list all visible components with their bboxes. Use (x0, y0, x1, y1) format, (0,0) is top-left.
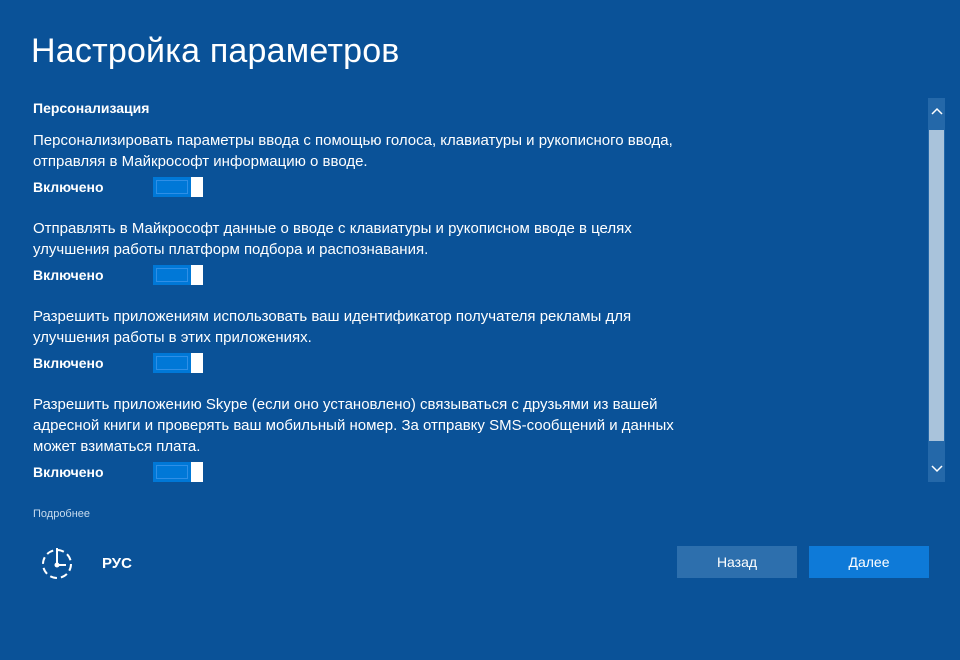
typing-data-toggle[interactable] (153, 265, 203, 285)
setting-description: Разрешить приложениям использовать ваш и… (33, 308, 632, 346)
toggle-state-label: Включено (33, 267, 104, 283)
toggle-state-label: Включено (33, 179, 104, 195)
setting-description: Отправлять в Майкрософт данные о вводе с… (33, 220, 632, 258)
setting-description: Персонализировать параметры ввода с помо… (33, 132, 673, 170)
setting-description: Разрешить приложению Skype (если оно уст… (33, 396, 674, 455)
more-info-link[interactable]: Подробнее (33, 508, 90, 520)
toggle-state-label: Включено (33, 355, 104, 371)
toggle-row: Включено (33, 176, 693, 198)
toggle-state-label: Включено (33, 464, 104, 480)
setting-input-personalization: Персонализировать параметры ввода с помо… (33, 130, 693, 198)
input-personalization-toggle[interactable] (153, 177, 203, 197)
toggle-row: Включено (33, 352, 693, 374)
toggle-knob (191, 462, 203, 482)
toggle-knob (191, 177, 203, 197)
chevron-up-icon[interactable] (928, 98, 945, 124)
scrollbar-thumb[interactable] (929, 130, 944, 441)
ease-of-access-icon[interactable] (38, 545, 76, 583)
setting-skype: Разрешить приложению Skype (если оно уст… (33, 394, 693, 483)
advertising-id-toggle[interactable] (153, 353, 203, 373)
next-button[interactable]: Далее (809, 546, 929, 578)
setting-advertising-id: Разрешить приложениям использовать ваш и… (33, 306, 693, 374)
vertical-scrollbar[interactable] (928, 98, 945, 482)
toggle-row: Включено (33, 264, 693, 286)
setting-typing-data: Отправлять в Майкрософт данные о вводе с… (33, 218, 693, 286)
toggle-knob (191, 265, 203, 285)
back-button[interactable]: Назад (677, 546, 797, 578)
toggle-knob (191, 353, 203, 373)
settings-panel: Персонализация Персонализировать парамет… (33, 100, 693, 503)
skype-toggle[interactable] (153, 462, 203, 482)
page-title: Настройка параметров (31, 32, 400, 70)
chevron-down-icon[interactable] (928, 456, 945, 482)
language-indicator[interactable]: РУС (102, 555, 132, 572)
toggle-row: Включено (33, 461, 693, 483)
section-title: Персонализация (33, 100, 150, 116)
